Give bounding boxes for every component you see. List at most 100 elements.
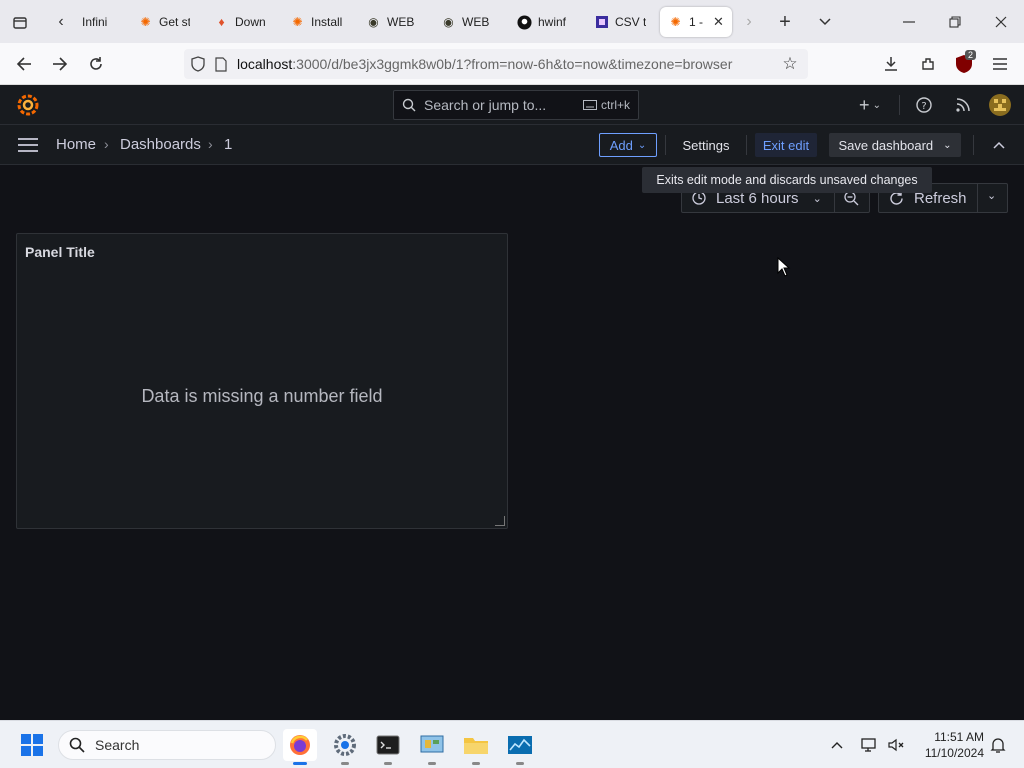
exit-edit-tooltip: Exits edit mode and discards unsaved cha… [642,167,932,193]
breadcrumb-home[interactable]: Home [56,136,96,153]
settings-label: Settings [682,137,730,153]
search-icon [69,737,85,753]
tab-overview-icon[interactable] [7,9,33,35]
chevron-up-icon[interactable] [823,729,851,761]
add-label: Add [609,137,633,153]
browser-tab[interactable]: ✺ Get st [138,7,190,37]
keyboard-icon [582,100,597,110]
tab-label: Get st [159,15,190,29]
chevron-down-icon: ⌄ [637,139,647,151]
minimize-icon[interactable] [896,9,922,35]
grafana-icon: ✺ [140,15,151,29]
browser-tab[interactable]: CSV t [594,7,646,37]
browser-tab[interactable]: hwinf [517,7,571,37]
settings-gear-icon[interactable] [328,729,362,765]
grafana-icon: ✺ [670,15,681,29]
resource-monitor-icon[interactable] [503,729,537,765]
bookmark-star-icon[interactable]: ☆ [777,51,803,77]
page-info-icon[interactable] [215,56,227,72]
new-tab-icon[interactable]: + [772,9,798,35]
start-windows-icon[interactable] [15,729,49,761]
url-path: :3000/d/be3jx3ggmk8w0b/1?from=now-6h&to=… [292,56,733,72]
tab-label: WEB [462,15,490,29]
forward-icon[interactable] [47,51,73,77]
close-tab-icon[interactable]: ✕ [713,14,724,30]
volume-muted-icon[interactable] [882,729,910,761]
grafana-logo-icon[interactable] [15,92,41,118]
clock-icon [692,191,706,205]
mouse-cursor-icon [777,256,791,282]
search-placeholder: Search or jump to... [424,97,547,113]
scroll-tabs-left-icon[interactable]: ‹ [48,9,74,35]
file-explorer-icon[interactable] [459,729,493,765]
windows-taskbar: Search 11:51 AM 11/10/2024 [0,720,1024,768]
app-menu-icon[interactable] [987,51,1013,77]
list-all-tabs-icon[interactable] [812,9,838,35]
ublock-icon[interactable]: 2 [951,50,977,77]
divider [973,135,974,155]
chevron-down-icon[interactable]: ⌄ [987,189,996,202]
downloads-icon[interactable] [878,51,904,77]
tab-label: WEB [387,15,415,29]
extensions-icon[interactable] [915,51,941,77]
browser-tab[interactable]: ◉ WEB [441,7,493,37]
control-panel-icon[interactable] [415,729,449,765]
tab-label: Down [235,15,266,29]
panel-title[interactable]: Panel Title [25,244,95,260]
taskbar-clock[interactable]: 11:51 AM 11/10/2024 [914,729,984,761]
breadcrumb-dashboards[interactable]: Dashboards [120,136,201,153]
panel-error-message: Data is missing a number field [141,386,383,406]
browser-tab-strip: ‹ Infini ✺ Get st ♦ Down ✺ Install ◉ WEB… [0,0,1024,43]
zoom-out-icon[interactable] [844,191,859,206]
collapse-chevron-up-icon[interactable] [987,133,1011,157]
browser-tab-active[interactable]: ✺ 1 - ✕ [660,7,732,37]
grafana-icon: ✺ [292,15,303,29]
search-input[interactable]: Search or jump to... ctrl+k [393,90,639,120]
browser-tab[interactable]: ✺ Install [290,7,344,37]
scroll-tabs-right-icon[interactable]: › [736,9,762,35]
dashboard-panel[interactable]: Panel Title Data is missing a number fie… [16,233,508,529]
add-button[interactable]: Add ⌄ [599,133,657,157]
exit-edit-label: Exit edit [762,137,810,153]
save-dashboard-label: Save dashboard [838,137,934,153]
firefox-icon[interactable] [283,729,317,765]
dashboard-toolbar: Home › Dashboards › 1 Add ⌄ Settings Exi… [0,125,1024,165]
menu-icon[interactable] [16,133,40,157]
divider [899,95,900,115]
browser-tab[interactable]: ♦ Down [214,7,266,37]
shield-icon[interactable] [191,56,205,72]
browser-tab[interactable]: ◉ WEB [366,7,418,37]
url-host: localhost [237,56,293,72]
search-icon [402,98,416,112]
extension-badge: 2 [965,50,977,60]
restore-icon[interactable] [942,9,968,35]
breadcrumb-current: 1 [224,136,233,153]
divider [746,135,747,155]
panel-resize-handle-icon[interactable] [495,516,505,526]
exit-edit-button[interactable]: Exit edit [755,133,817,157]
add-new-icon[interactable]: + ⌄ [852,93,888,117]
user-avatar-icon[interactable] [988,93,1012,117]
settings-button[interactable]: Settings [676,133,736,157]
tab-label: 1 - [689,15,704,29]
notifications-bell-icon[interactable] [984,729,1012,761]
browser-tab[interactable]: Infini [82,7,114,37]
tab-label: Infini [82,15,108,29]
terminal-icon[interactable] [371,729,405,765]
news-feed-icon[interactable] [951,93,975,117]
flame-icon: ♦ [218,15,225,29]
help-icon[interactable]: ? [912,93,936,117]
save-dashboard-button[interactable]: Save dashboard ⌄ [829,133,961,157]
divider [665,135,666,155]
chevron-down-icon: ⌄ [943,139,952,151]
back-icon[interactable] [11,51,37,77]
taskbar-search-box[interactable]: Search [58,730,276,760]
tab-label: hwinf [538,15,567,29]
reload-icon[interactable] [83,51,109,77]
search-shortcut: ctrl+k [582,98,630,112]
network-display-icon[interactable] [856,729,884,761]
browser-navigation-bar: localhost:3000/d/be3jx3ggmk8w0b/1?from=n… [0,43,1024,85]
url-bar[interactable]: localhost:3000/d/be3jx3ggmk8w0b/1?from=n… [184,49,808,79]
github-icon [517,14,532,30]
close-window-icon[interactable] [988,9,1014,35]
